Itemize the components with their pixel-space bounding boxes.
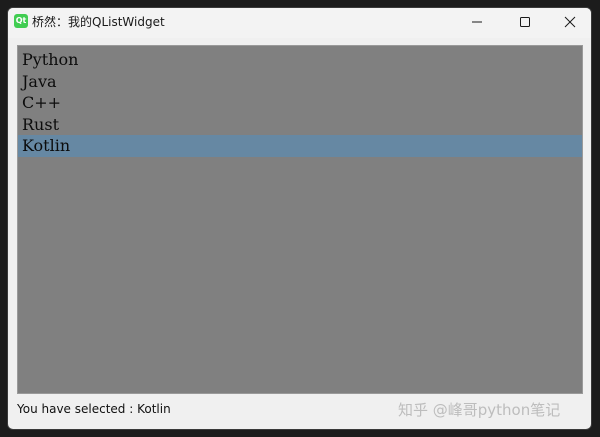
window-title: 桥然：我的QListWidget — [32, 15, 165, 29]
minimize-button[interactable] — [454, 8, 500, 36]
list-item-kotlin[interactable]: Kotlin — [18, 135, 582, 157]
close-button[interactable] — [547, 8, 591, 36]
list-item-java[interactable]: Java — [18, 71, 582, 93]
list-item-rust[interactable]: Rust — [18, 114, 582, 136]
language-list[interactable]: Python Java C++ Rust Kotlin — [17, 45, 583, 394]
main-window: Qt 桥然：我的QListWidget Python Java C++ Rust… — [7, 7, 592, 430]
selection-status-label: You have selected : Kotlin — [17, 402, 171, 416]
qt-logo-icon: Qt — [14, 14, 28, 28]
maximize-icon — [520, 17, 530, 27]
list-item-cpp[interactable]: C++ — [18, 92, 582, 114]
close-icon — [564, 16, 576, 28]
maximize-button[interactable] — [502, 8, 548, 36]
minimize-icon — [472, 21, 482, 23]
list-item-python[interactable]: Python — [18, 49, 582, 71]
title-bar[interactable]: Qt 桥然：我的QListWidget — [8, 8, 591, 38]
watermark: 知乎 @峰哥python笔记 — [398, 401, 561, 419]
